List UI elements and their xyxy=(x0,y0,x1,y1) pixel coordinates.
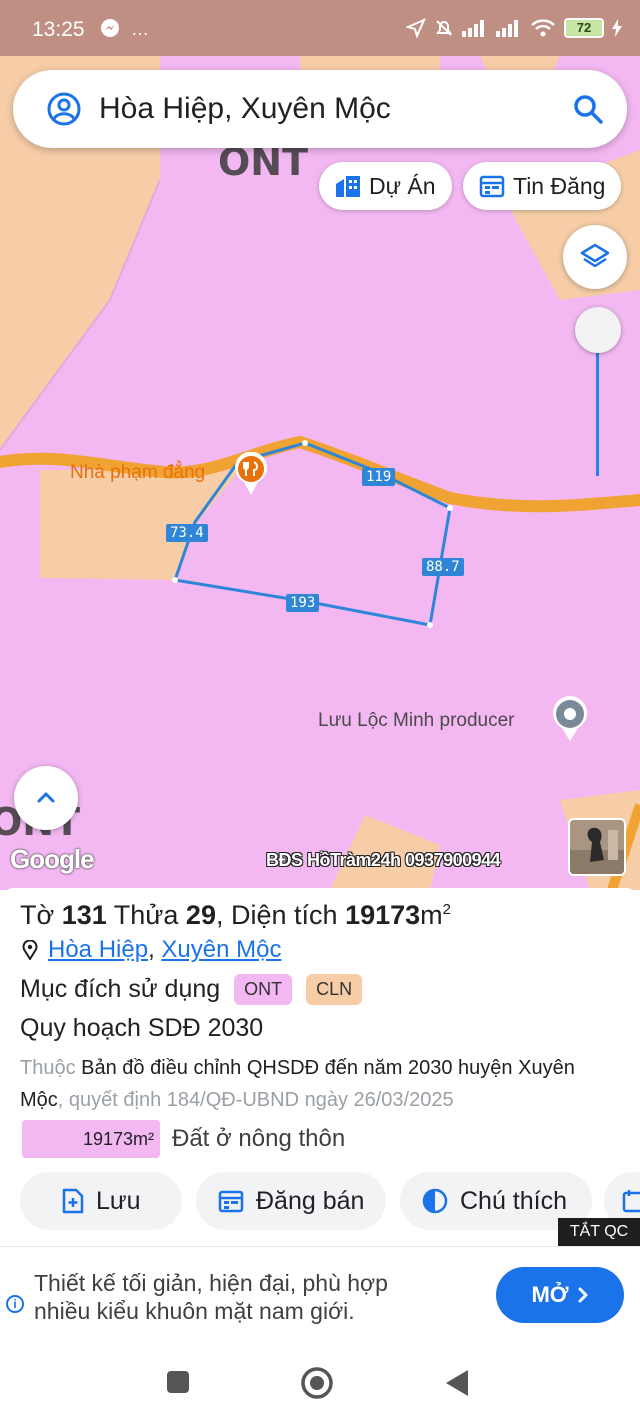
chevron-right-icon xyxy=(578,1287,588,1303)
purpose-tag-ont[interactable]: ONT xyxy=(234,974,293,1005)
home-icon[interactable] xyxy=(300,1366,334,1400)
sheet-number: 131 xyxy=(61,900,107,930)
ad-text: Thiết kế tối giản, hiện đại, phù hợp nhi… xyxy=(34,1269,474,1325)
area-chip: 19173m² xyxy=(22,1120,160,1158)
building-icon xyxy=(336,176,360,197)
account-icon[interactable] xyxy=(47,92,81,126)
ward-link[interactable]: Hòa Hiệp xyxy=(48,936,148,963)
area-unit: m xyxy=(420,900,443,930)
restaurant-pin-icon[interactable] xyxy=(232,451,270,501)
layers-icon xyxy=(580,243,610,268)
post-sale-label: Đăng bán xyxy=(256,1186,365,1215)
tin-dang-label: Tin Đăng xyxy=(513,172,606,199)
area-label: Diện tích xyxy=(231,900,338,930)
system-nav-bar xyxy=(0,1342,640,1422)
title-comma: , xyxy=(215,900,224,930)
legend-label: Chú thích xyxy=(460,1186,568,1215)
purpose-label: Mục đích sử dụng xyxy=(20,975,221,1003)
google-logo: Google xyxy=(10,844,95,874)
search-bar[interactable]: Hòa Hiệp, Xuyên Mộc xyxy=(13,70,627,148)
back-icon[interactable] xyxy=(444,1368,470,1398)
signal-1-icon xyxy=(462,20,484,37)
ad-line-2: nhiều kiểu khuôn mặt nam giới. xyxy=(34,1298,355,1324)
messenger-notification-icon: … xyxy=(100,18,149,40)
plan-decision: , quyết định 184/QĐ-UBND ngày 26/03/2025 xyxy=(57,1089,454,1111)
calendar-icon xyxy=(218,1190,244,1213)
edge-length-label: 119 xyxy=(362,468,396,486)
ad-open-button[interactable]: MỞ xyxy=(496,1267,624,1323)
ad-open-label: MỞ xyxy=(531,1282,569,1307)
mute-bell-icon xyxy=(436,20,452,36)
location-row: Hòa Hiệp, Xuyên Mộc xyxy=(22,936,281,964)
recent-apps-icon[interactable] xyxy=(166,1370,190,1394)
tin-dang-chip[interactable]: Tin Đăng xyxy=(463,162,622,210)
save-label: Lưu xyxy=(96,1186,141,1215)
chevron-up-icon xyxy=(37,792,55,803)
location-arrow-icon xyxy=(406,18,426,38)
edge-length-label: 73.4 xyxy=(166,524,208,542)
area-value: 19173 xyxy=(345,900,421,930)
watermark-text: BĐS HồTràm24h 0937900944 xyxy=(266,850,501,870)
place-pin-icon[interactable] xyxy=(550,696,590,747)
poi-restaurant-label[interactable]: Nhà phạm đẳng xyxy=(70,462,205,484)
purpose-row: Mục đích sử dụng ONT CLN xyxy=(20,974,363,1005)
calendar-icon xyxy=(479,175,505,198)
du-an-chip[interactable]: Dự Án xyxy=(319,162,452,210)
location-comma: , xyxy=(148,936,162,963)
plot-label: Thửa xyxy=(113,900,179,930)
du-an-label: Dự Án xyxy=(369,172,436,199)
more-notifications-text: … xyxy=(131,19,150,39)
opacity-slider-knob[interactable] xyxy=(575,307,621,353)
post-sale-button[interactable]: Đăng bán xyxy=(196,1172,386,1230)
signal-2-icon xyxy=(496,20,518,37)
location-pin-icon xyxy=(22,940,38,960)
district-link[interactable]: Xuyên Mộc xyxy=(161,936,281,963)
ad-banner[interactable]: i Thiết kế tối giản, hiện đại, phù hợp n… xyxy=(0,1246,640,1342)
hide-ads-button[interactable]: TẮT QC xyxy=(558,1218,640,1246)
expand-panel-button[interactable] xyxy=(14,766,78,830)
sheet-label: Tờ xyxy=(20,900,55,930)
area-unit-exponent: 2 xyxy=(442,901,452,918)
parcel-title: Tờ 131 Thửa 29, Diện tích 19173m2 xyxy=(20,900,451,931)
battery-indicator: 72 xyxy=(564,18,604,38)
save-button[interactable]: Lưu xyxy=(20,1172,182,1230)
edge-length-label: 193 xyxy=(286,594,320,612)
street-view-thumbnail[interactable] xyxy=(568,818,626,876)
purpose-tag-cln[interactable]: CLN xyxy=(306,974,363,1005)
poi-producer-label[interactable]: Lưu Lộc Minh producer xyxy=(318,710,515,732)
search-input[interactable]: Hòa Hiệp, Xuyên Mộc xyxy=(99,92,391,126)
plot-number: 29 xyxy=(185,900,216,930)
edge-length-label: 88.7 xyxy=(422,558,464,576)
search-icon[interactable] xyxy=(571,92,605,126)
plan-title: Quy hoạch SDĐ 2030 xyxy=(20,1014,264,1042)
add-file-icon xyxy=(62,1188,84,1214)
plan-description: Thuộc Bản đồ điều chỉnh QHSDĐ đến năm 20… xyxy=(20,1052,620,1116)
wifi-icon xyxy=(531,19,555,37)
add-calendar-icon xyxy=(622,1190,640,1213)
ad-info-icon[interactable]: i xyxy=(6,1295,24,1313)
status-icons: 72 xyxy=(406,16,622,40)
status-bar: 13:25 … 72 xyxy=(0,0,640,56)
plan-prefix: Thuộc xyxy=(20,1057,76,1079)
charging-icon xyxy=(612,19,622,37)
area-row: 19173m² Đất ở nông thôn xyxy=(22,1120,345,1158)
layers-button[interactable] xyxy=(563,225,627,289)
ad-line-1: Thiết kế tối giản, hiện đại, phù hợp xyxy=(34,1270,388,1296)
status-time: 13:25 xyxy=(32,18,85,41)
land-type-label: Đất ở nông thôn xyxy=(172,1125,346,1152)
contrast-icon xyxy=(422,1188,448,1214)
